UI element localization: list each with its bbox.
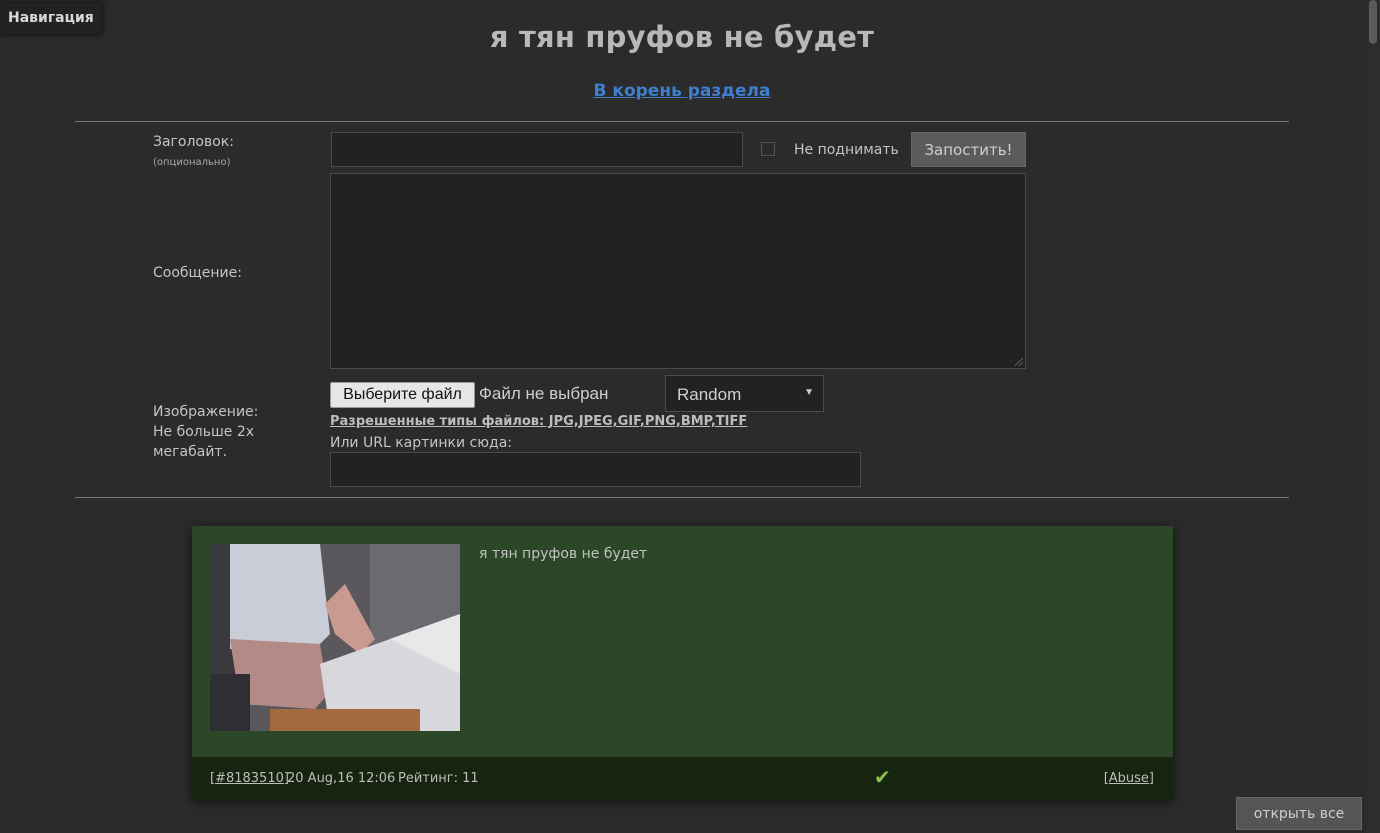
subject-input[interactable] <box>331 132 743 167</box>
nobump-checkbox[interactable] <box>761 142 775 156</box>
subject-hint: (опционально) <box>153 157 231 168</box>
root-link-container: В корень раздела <box>0 81 1364 101</box>
page: Навигация я тян пруфов не будет В корень… <box>0 0 1380 833</box>
scrollbar[interactable] <box>1366 0 1380 833</box>
allowed-types-link[interactable]: Разрешенные типы файлов: JPG,JPEG,GIF,PN… <box>330 414 747 429</box>
post-rating: Рейтинг: 11 <box>398 771 479 786</box>
post-image[interactable] <box>210 544 460 731</box>
divider-top <box>75 121 1289 122</box>
random-select[interactable]: Random ▼ <box>665 375 824 412</box>
root-link[interactable]: В корень раздела <box>594 81 771 101</box>
image-label: Изображение: <box>153 404 259 420</box>
thread-title: я тян пруфов не будет <box>489 20 875 54</box>
file-status: Файл не выбран <box>479 384 609 403</box>
image-size-unit-label: мегабайт. <box>153 444 228 460</box>
choose-file-button[interactable]: Выберите файл <box>330 382 475 408</box>
submit-button[interactable]: Запостить! <box>911 132 1026 167</box>
nobump-label[interactable]: Не поднимать <box>794 142 899 158</box>
abuse-link[interactable]: [Abuse] <box>1104 771 1154 786</box>
open-all-button[interactable]: открыть все <box>1236 797 1362 830</box>
check-icon[interactable]: ✔ <box>874 765 891 789</box>
url-label: Или URL картинки сюда: <box>330 435 512 451</box>
url-input[interactable] <box>330 452 861 487</box>
subject-label: Заголовок: <box>153 134 234 150</box>
select-value: Random <box>677 385 742 404</box>
scrollbar-thumb[interactable] <box>1369 0 1377 44</box>
post-text: я тян пруфов не будет <box>479 546 648 562</box>
resize-grip-icon[interactable] <box>1015 358 1023 366</box>
post-date: 20 Aug,16 12:06 <box>287 771 396 786</box>
message-label: Сообщение: <box>153 265 242 281</box>
post-image-graphic <box>210 544 460 731</box>
chevron-down-icon: ▼ <box>804 387 814 398</box>
message-textarea[interactable] <box>330 173 1026 369</box>
post: я тян пруфов не будет [#8183510] 20 Aug,… <box>192 526 1173 800</box>
post-id-link[interactable]: [#8183510] <box>210 771 289 786</box>
image-size-label: Не больше 2х <box>153 424 255 440</box>
post-footer: [#8183510] 20 Aug,16 12:06 Рейтинг: 11 ✔… <box>192 757 1173 800</box>
divider-bottom <box>75 497 1289 498</box>
